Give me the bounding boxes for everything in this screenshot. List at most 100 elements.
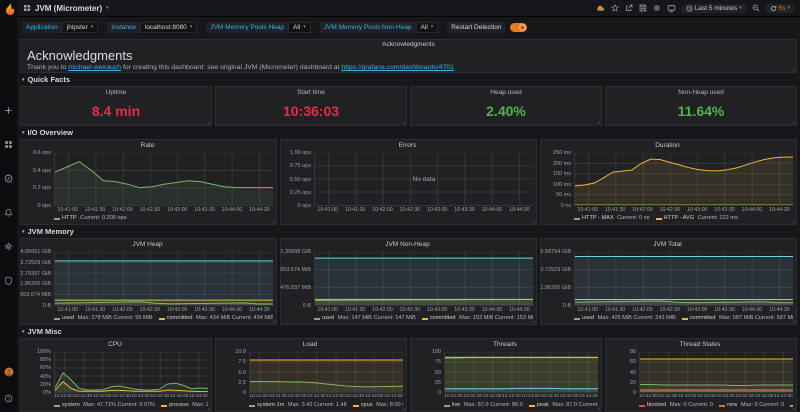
stat-title[interactable]: Non-Heap used (678, 89, 724, 96)
legend-item[interactable]: runnable Max: 15 Current: 14 (790, 401, 793, 410)
row-header-io-overview[interactable]: ▾ I/O Overview (20, 128, 797, 137)
chevron-down-icon: ▾ (22, 77, 25, 83)
x-tick-label: 10:41:30 (605, 307, 626, 313)
legend-swatch (249, 405, 255, 407)
stat-title[interactable]: Heap used (490, 89, 521, 96)
x-tick-label: 10:41:30 (85, 307, 106, 313)
cycle-view-tv-icon[interactable] (667, 4, 676, 13)
jvm-misc-row: CPU 0%20%40%60%80%100% 10:41:0010:41:301… (20, 338, 797, 412)
panel-title[interactable]: CPU (22, 340, 208, 349)
legend: used Max: 425 MiB Current: 243 MiB commit… (574, 314, 793, 323)
y-tick-label: 0 B (563, 303, 571, 309)
legend-item[interactable]: process Max: 28.98% Current: 0.7% (161, 401, 208, 410)
plot-area[interactable] (444, 352, 598, 393)
panel-threads: Threads 0255075100 10:41:0010:41:3010:42… (410, 338, 602, 412)
y-tick-label: 60% (40, 365, 51, 371)
legend-item[interactable]: system-1m Max: 3.42 Current: 1.48 (249, 401, 347, 410)
filter-value-dropdown[interactable]: All▾ (288, 22, 311, 33)
legend-item[interactable]: committed Max: 153 MiB Current: 153 MiB (422, 314, 533, 323)
y-tick-label: 10.0 (235, 349, 246, 355)
plot-area[interactable] (314, 252, 533, 306)
legend-item[interactable]: new Max: 0 Current: 0 (719, 401, 784, 410)
x-tick-label: 10:44:00 (755, 394, 774, 399)
legend-item[interactable]: cpus Max: 8.00 Current: 8.00 (353, 401, 403, 410)
stat-title[interactable]: Start time (297, 89, 325, 96)
x-tick-label: 10:43:30 (714, 207, 735, 213)
server-admin-shield-icon[interactable] (4, 272, 13, 290)
legend-item[interactable]: committed Max: 434 MiB Current: 434 MiB (159, 314, 273, 323)
dashboard-link[interactable]: https://grafana.com/dashboards/4701 (341, 64, 454, 71)
dashboards-grid-icon[interactable] (4, 136, 13, 154)
author-link[interactable]: michael-weirauch (68, 64, 121, 71)
x-tick-label: 10:43:00 (687, 307, 708, 313)
snapshot-cloud-icon[interactable] (596, 4, 605, 13)
share-icon[interactable] (625, 4, 633, 12)
panel-title[interactable]: Threads (412, 340, 598, 349)
star-icon[interactable] (611, 4, 619, 12)
legend-swatch (54, 318, 60, 320)
row-header-quick-facts[interactable]: ▾ Quick Facts (20, 75, 797, 84)
plot-area[interactable] (54, 352, 208, 393)
settings-gear-icon[interactable] (653, 4, 661, 12)
panel-title[interactable]: Errors (282, 141, 533, 150)
plot-area[interactable] (639, 352, 793, 393)
y-tick-label: 0 (438, 390, 441, 396)
panel-load: Load 02.55.07.510.0 10:41:0010:41:3010:4… (215, 338, 407, 412)
legend-item[interactable]: used Max: 425 MiB Current: 243 MiB (574, 314, 676, 323)
panel-title[interactable]: Rate (22, 141, 273, 150)
plot-area[interactable] (574, 252, 793, 306)
x-tick-label: 10:41:00 (444, 394, 463, 399)
explore-compass-icon[interactable] (4, 170, 13, 188)
legend-item[interactable]: HTTP - MAX Current: 0 ns (574, 214, 650, 223)
filter-value-dropdown[interactable]: All▾ (416, 22, 439, 33)
legend-item[interactable]: blocked Max: 0 Current: 0 (639, 401, 713, 410)
filter-value-dropdown[interactable]: jhipster▾ (62, 22, 98, 33)
panel-title[interactable]: Thread States (607, 340, 793, 349)
save-icon[interactable] (639, 4, 647, 12)
legend-item[interactable]: used Max: 278 MiB Current: 95 MiB (54, 314, 153, 323)
panel-title[interactable]: Duration (542, 141, 793, 150)
legend-item[interactable]: used Max: 147 MiB Current: 147 MiB (314, 314, 416, 323)
x-tick-label: 10:42:30 (660, 207, 681, 213)
row-header-jvm-memory[interactable]: ▾ JVM Memory (20, 227, 797, 236)
panel-title[interactable]: JVM Non-Heap (282, 240, 533, 249)
grafana-logo-icon[interactable] (3, 2, 15, 20)
legend-item[interactable]: peak Max: 87.0 Current: 87.0 (529, 401, 598, 410)
panel-title[interactable]: JVM Heap (22, 240, 273, 249)
alerting-bell-icon[interactable] (4, 204, 13, 222)
panel-title[interactable]: Load (217, 340, 403, 349)
legend-item[interactable]: HTTP - AVG Current: 222 ms (656, 214, 738, 223)
create-plus-icon[interactable] (4, 102, 13, 120)
zoom-out-icon[interactable] (752, 4, 760, 12)
stat-title[interactable]: Uptime (106, 89, 127, 96)
plot-area[interactable] (249, 352, 403, 393)
user-avatar[interactable] (4, 364, 14, 382)
plot-area[interactable] (54, 153, 273, 206)
legend-item[interactable]: committed Max: 587 MiB Current: 587 MiB (682, 314, 793, 323)
time-range-picker[interactable]: Last 5 minutes ▾ (682, 4, 746, 13)
filter-value-dropdown[interactable]: localhost:8080▾ (140, 22, 197, 33)
y-tick-label: 80% (40, 357, 51, 363)
plot-area[interactable]: No data (314, 153, 533, 206)
refresh-picker[interactable]: 5s ▾ (766, 4, 794, 13)
x-tick-label: 10:44:30 (189, 394, 208, 399)
panel-title[interactable]: JVM Total (542, 240, 793, 249)
plot-area[interactable] (574, 153, 793, 206)
legend-item[interactable]: system Max: 47.71% Current: 9.07% (54, 401, 155, 410)
x-tick-label: 10:43:30 (454, 207, 475, 213)
legend-item[interactable]: live Max: 87.0 Current: 86.0 (444, 401, 523, 410)
row-header-jvm-misc[interactable]: ▾ JVM Misc (20, 327, 797, 336)
x-tick-label: 10:41:00 (54, 394, 73, 399)
x-tick-label: 10:42:30 (140, 307, 161, 313)
x-tick-label: 10:44:00 (365, 394, 384, 399)
legend: system Max: 47.71% Current: 9.07% process… (54, 401, 208, 410)
chevron-down-icon: ▾ (190, 24, 193, 30)
dashboard-title[interactable]: JVM (Micrometer) (35, 4, 102, 13)
plot-area[interactable] (54, 252, 273, 306)
panel-title[interactable]: Acknowledgments (27, 40, 790, 49)
restart-detection-toggle[interactable] (510, 23, 527, 32)
chart-canvas (640, 352, 793, 392)
legend-item[interactable]: HTTP Current: 0.200 ops (54, 214, 127, 223)
help-icon[interactable]: ? (4, 390, 13, 408)
configuration-gear-icon[interactable] (4, 238, 13, 256)
